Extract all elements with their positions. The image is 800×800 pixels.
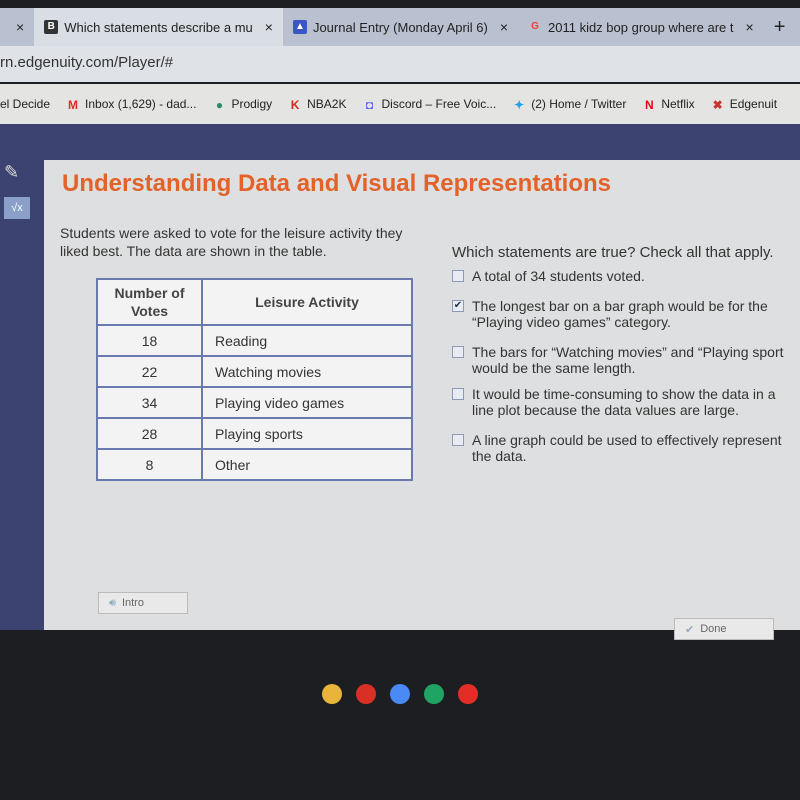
- tab-google[interactable]: G 2011 kidz bop group where are t ×: [518, 8, 764, 46]
- activity-cell: Watching movies: [201, 355, 413, 388]
- play-icon[interactable]: [424, 684, 444, 704]
- option-label: A total of 34 students voted.: [472, 268, 645, 284]
- lesson-content: Understanding Data and Visual Representa…: [44, 160, 800, 640]
- activity-cell: Playing video games: [201, 386, 413, 419]
- votes-cell: 8: [96, 448, 203, 481]
- table-row: 22 Watching movies: [96, 355, 413, 388]
- youtube-icon[interactable]: [458, 684, 478, 704]
- chrome-icon[interactable]: [322, 684, 342, 704]
- page-title: Understanding Data and Visual Representa…: [62, 170, 612, 197]
- header-activity: Leisure Activity: [201, 278, 413, 326]
- option-label: The bars for “Watching movies” and “Play…: [472, 344, 784, 376]
- prodigy-icon: ●: [215, 97, 224, 112]
- bookmark-label: Prodigy: [231, 97, 273, 111]
- close-icon[interactable]: ×: [265, 19, 273, 35]
- done-button[interactable]: ✔ Done: [674, 618, 774, 640]
- bookmark-label: Inbox (1,629) - dad...: [85, 97, 197, 111]
- classroom-icon: ▲: [292, 20, 307, 34]
- checkbox[interactable]: ✔: [452, 300, 464, 312]
- votes-cell: 22: [96, 355, 203, 388]
- activity-cell: Playing sports: [201, 417, 413, 450]
- intro-text: Students were asked to vote for the leis…: [60, 225, 403, 259]
- bookmark-7[interactable]: ✖ Edgenuit: [711, 97, 777, 111]
- checkbox[interactable]: [452, 388, 464, 400]
- brainly-icon: B: [44, 20, 59, 34]
- bookmark-label: Netflix: [661, 97, 695, 111]
- tab-brainly[interactable]: B Which statements describe a mu ×: [34, 8, 283, 46]
- math-tool-icon[interactable]: √x: [4, 197, 30, 219]
- table-row: 18 Reading: [96, 324, 413, 357]
- bookmark-1[interactable]: M Inbox (1,629) - dad...: [66, 97, 196, 111]
- sidebar: ✎ √x: [0, 160, 44, 630]
- answer-option[interactable]: A total of 34 students voted.: [452, 268, 797, 284]
- bookmarks-bar: el Decide M Inbox (1,629) - dad... ● Prodigy…: [0, 84, 800, 124]
- votes-cell: 18: [96, 324, 203, 357]
- edgenuity-icon: ✖: [712, 97, 723, 112]
- close-icon[interactable]: ×: [16, 19, 24, 35]
- twitter-icon: ✦: [514, 97, 525, 112]
- bookmark-label: (2) Home / Twitter: [531, 97, 627, 111]
- gmail-icon: M: [68, 97, 79, 112]
- tab-label: 2011 kidz bop group where are t: [548, 19, 734, 35]
- bookmark-label: Discord – Free Voic...: [381, 97, 497, 111]
- table-row: 34 Playing video games: [96, 386, 413, 419]
- close-icon[interactable]: ×: [500, 19, 508, 35]
- bookmark-5[interactable]: ✦ (2) Home / Twitter: [512, 97, 626, 111]
- taskbar: [322, 684, 478, 704]
- option-label: The longest bar on a bar graph would be …: [472, 298, 768, 330]
- tab-bar: × B Which statements describe a mu × ▲ Jour…: [0, 8, 800, 46]
- answer-option[interactable]: The bars for “Watching movies” and “Play…: [452, 344, 797, 376]
- bookmark-0[interactable]: el Decide: [0, 97, 50, 111]
- tab-journal[interactable]: ▲ Journal Entry (Monday April 6) ×: [283, 8, 518, 46]
- check-icon: ✔: [685, 623, 695, 636]
- answer-option[interactable]: It would be time-consuming to show the d…: [452, 386, 797, 418]
- option-label: A line graph could be used to effectivel…: [472, 432, 782, 464]
- url-text: rn.edgenuity.com/Player/#: [0, 54, 174, 71]
- pencil-icon[interactable]: ✎: [0, 160, 44, 185]
- check-icon: ✔: [453, 300, 463, 311]
- bookmark-2[interactable]: ● Prodigy: [212, 97, 272, 111]
- done-label: Done: [700, 623, 727, 635]
- intro-button[interactable]: 🔊︎ Intro: [98, 592, 188, 614]
- bookmark-3[interactable]: K NBA2K: [288, 97, 347, 112]
- checkbox[interactable]: [452, 346, 464, 358]
- tab-previous[interactable]: ×: [0, 8, 34, 46]
- nba2k-icon: K: [290, 97, 300, 112]
- google-icon: G: [531, 21, 539, 32]
- tab-label: Which statements describe a mu: [64, 19, 253, 35]
- tab-label: Journal Entry (Monday April 6): [312, 19, 488, 35]
- new-tab-button[interactable]: +: [764, 8, 796, 46]
- option-label: It would be time-consuming to show the d…: [472, 386, 776, 418]
- activity-cell: Other: [201, 448, 413, 481]
- address-bar[interactable]: rn.edgenuity.com/Player/#: [0, 46, 800, 82]
- answer-option[interactable]: A line graph could be used to effectivel…: [452, 432, 797, 464]
- checkbox[interactable]: [452, 270, 464, 282]
- bookmark-label: el Decide: [0, 97, 51, 111]
- header-band: [0, 124, 800, 160]
- bookmark-label: Edgenuit: [729, 97, 778, 111]
- netflix-icon: N: [645, 97, 654, 112]
- table-row: 28 Playing sports: [96, 417, 413, 450]
- discord-icon: ◘: [365, 97, 374, 112]
- table-row: 8 Other: [96, 448, 413, 481]
- gmail-icon[interactable]: [356, 684, 376, 704]
- activity-cell: Reading: [201, 324, 413, 357]
- question-text: Which statements are true? Check all tha…: [452, 244, 774, 261]
- answer-option[interactable]: ✔ The longest bar on a bar graph would be…: [452, 298, 797, 330]
- data-table: Number of Votes Leisure Activity 18 Readin…: [96, 278, 413, 481]
- bookmark-label: NBA2K: [307, 97, 347, 111]
- bookmark-6[interactable]: N Netflix: [642, 97, 695, 112]
- speaker-icon: 🔊︎: [109, 596, 116, 609]
- bookmark-4[interactable]: ◘ Discord – Free Voic...: [362, 97, 496, 111]
- close-icon[interactable]: ×: [746, 19, 754, 35]
- checkbox[interactable]: [452, 434, 464, 446]
- intro-label: Intro: [121, 597, 144, 609]
- docs-icon[interactable]: [390, 684, 410, 704]
- header-votes: Number of Votes: [96, 278, 203, 326]
- votes-cell: 34: [96, 386, 203, 419]
- votes-cell: 28: [96, 417, 203, 450]
